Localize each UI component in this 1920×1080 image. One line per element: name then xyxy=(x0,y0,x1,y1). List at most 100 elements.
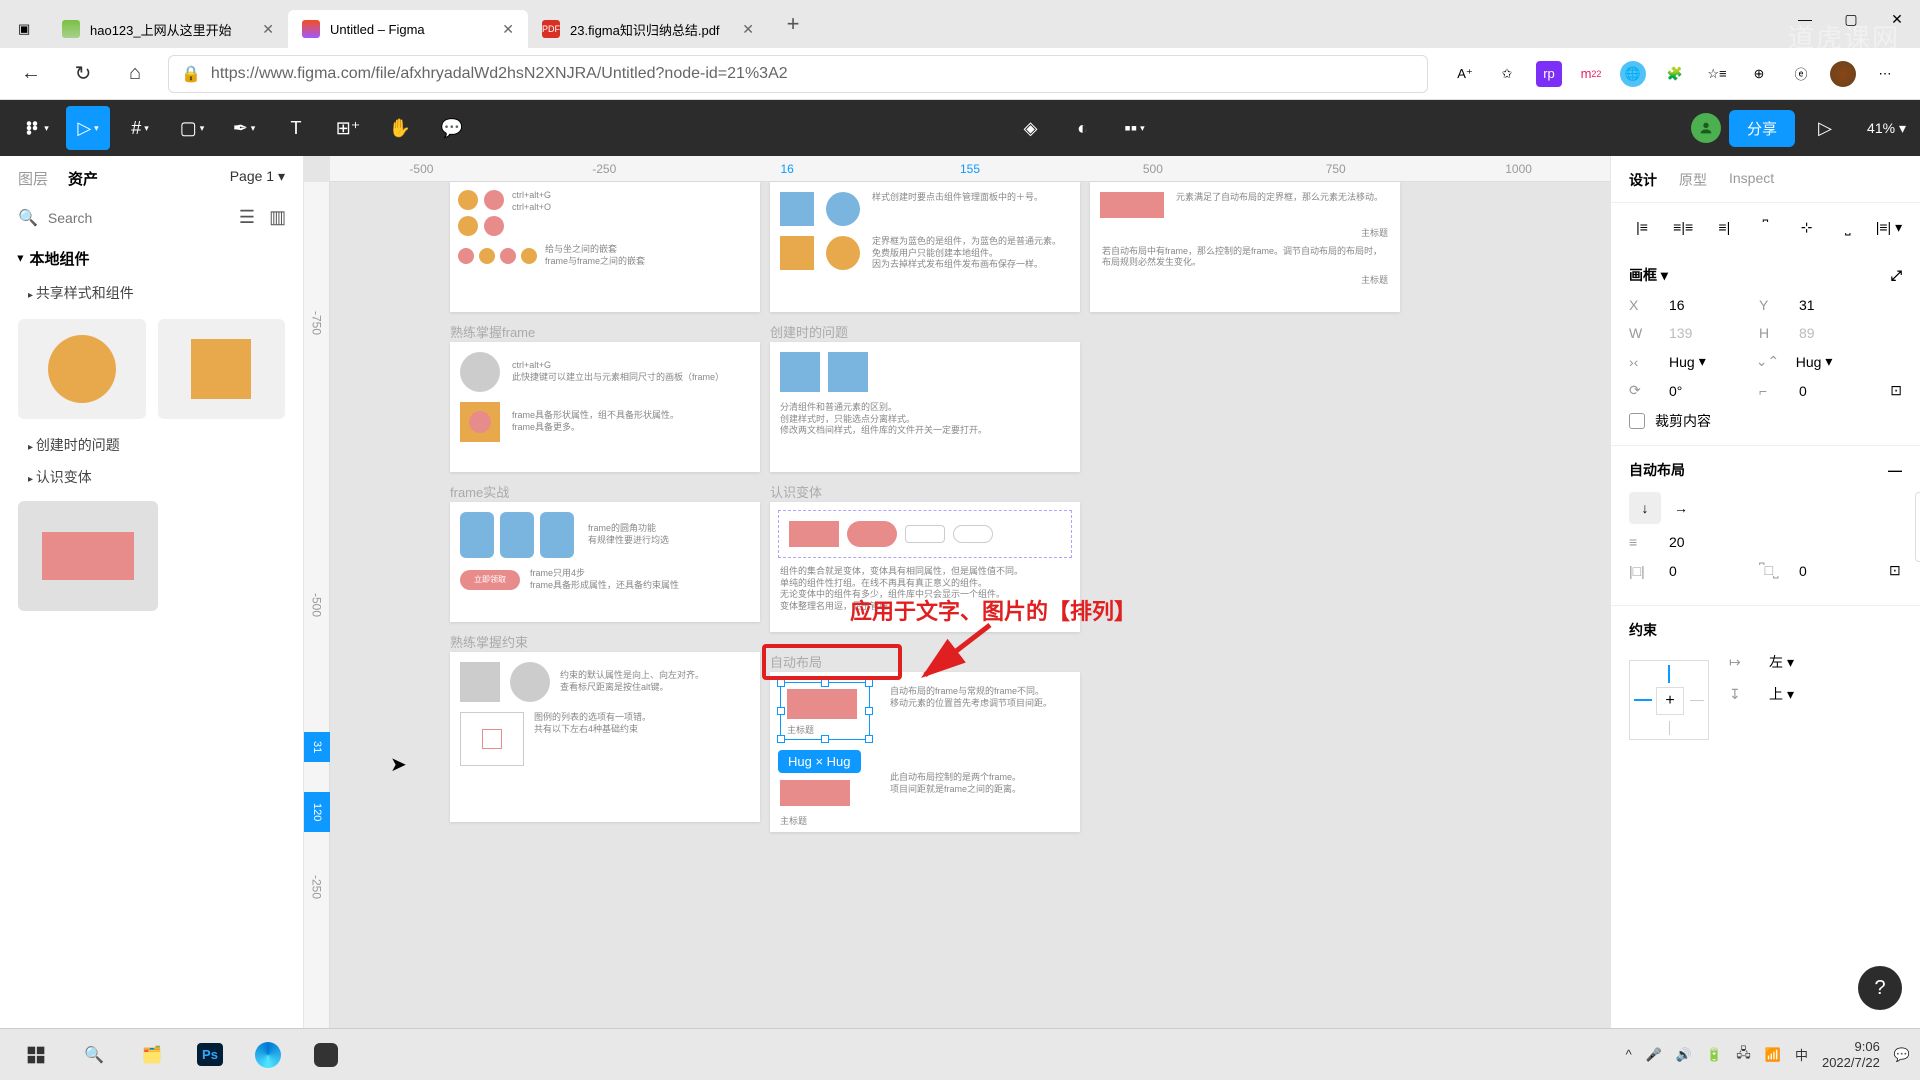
zoom-level[interactable]: 41% ▾ xyxy=(1867,120,1906,137)
tray-chevron-icon[interactable]: ^ xyxy=(1626,1047,1632,1062)
text-tool[interactable]: T xyxy=(274,106,318,150)
shared-styles-subsection[interactable]: 共享样式和组件 xyxy=(0,277,303,309)
microphone-icon[interactable]: 🎤 xyxy=(1646,1047,1662,1063)
edge-icon[interactable] xyxy=(242,1033,294,1077)
canvas-frame[interactable]: frame实战 frame的圆角功能有规律性要进行均选 立即领取 frame只用… xyxy=(450,502,760,622)
canvas-frame[interactable]: 熟练掌握约束 约束的默认属性是向上、向左对齐。查看标尺距离是按住alt键。 图例… xyxy=(450,652,760,822)
profile-avatar[interactable] xyxy=(1830,61,1856,87)
reader-icon[interactable]: A⁺ xyxy=(1452,61,1478,87)
ext-m22-icon[interactable]: m22 xyxy=(1578,61,1604,87)
assets-tab[interactable]: 资产 xyxy=(68,168,98,189)
independent-corners-icon[interactable]: ⊡ xyxy=(1890,382,1902,399)
ext-rp-icon[interactable]: rp xyxy=(1536,61,1562,87)
frame-tool[interactable]: #▾ xyxy=(118,106,162,150)
back-button[interactable]: ← xyxy=(12,55,50,93)
canvas-frame[interactable]: 样式创建时要点击组件管理面板中的＋号。 定界框为蓝色的是组件，为蓝色的是普通元素… xyxy=(770,182,1080,312)
component-icon[interactable]: ◈ xyxy=(1009,106,1053,150)
layers-tab[interactable]: 图层 xyxy=(18,168,48,189)
corner-input[interactable]: 0 xyxy=(1799,383,1869,399)
ime-indicator[interactable]: 中 xyxy=(1795,1045,1808,1064)
list-view-icon[interactable]: ☰ xyxy=(239,207,255,228)
canvas-frame[interactable]: ctrl+alt+Gctrl+alt+O 给与坐之间的嵌套frame与frame… xyxy=(450,182,760,312)
photoshop-icon[interactable]: Ps xyxy=(184,1033,236,1077)
canvas-frame[interactable]: 元素满足了自动布局的定界框，那么元素无法移动。 主标题 若自动布局中有frame… xyxy=(1090,182,1400,312)
favorites-icon[interactable]: ☆≡ xyxy=(1704,61,1730,87)
shape-tool[interactable]: ▢▾ xyxy=(170,106,214,150)
align-right-icon[interactable]: ≡| xyxy=(1709,215,1739,239)
close-icon[interactable]: ✕ xyxy=(262,21,274,38)
resources-tool[interactable]: ⊞⁺ xyxy=(326,106,370,150)
boolean-icon[interactable]: ▪▪▾ xyxy=(1113,106,1157,150)
user-avatar[interactable] xyxy=(1691,113,1721,143)
distribute-icon[interactable]: |≡| ▾ xyxy=(1874,215,1904,239)
canvas-frame-autolayout[interactable]: 自动布局 主标题 Hug × Hug 自动布局的frame与常规的frame不同… xyxy=(770,672,1080,832)
start-button[interactable] xyxy=(10,1033,62,1077)
padding-v-input[interactable]: 0 xyxy=(1799,563,1869,579)
browser-menu-icon[interactable]: ⋯ xyxy=(1872,61,1898,87)
padding-h-input[interactable]: 0 xyxy=(1669,563,1739,579)
variant-subsection[interactable]: 认识变体 xyxy=(0,461,303,493)
comment-tool[interactable]: 💬 xyxy=(430,106,474,150)
align-bottom-icon[interactable]: ⎵ xyxy=(1833,215,1863,239)
favorite-icon[interactable]: ✩ xyxy=(1494,61,1520,87)
collections-icon[interactable]: ⊕ xyxy=(1746,61,1772,87)
translate-icon[interactable]: 🌐 xyxy=(1620,61,1646,87)
browser-tab-hao123[interactable]: hao123_上网从这里开始 ✕ xyxy=(48,10,288,48)
gap-input[interactable]: 20 xyxy=(1669,534,1739,550)
library-icon[interactable]: ▥ xyxy=(269,207,286,228)
figma-canvas[interactable]: -500 -250 16 155 500 750 1000 -750 -500 … xyxy=(304,156,1610,1028)
component-thumbnail-square[interactable] xyxy=(158,319,286,419)
ie-mode-icon[interactable]: ⓔ xyxy=(1788,61,1814,87)
design-tab[interactable]: 设计 xyxy=(1629,170,1657,190)
independent-padding-icon[interactable]: ⊡ xyxy=(1889,562,1901,579)
align-left-icon[interactable]: |≡ xyxy=(1627,215,1657,239)
align-top-icon[interactable]: ⎴ xyxy=(1750,215,1780,239)
wifi-icon[interactable]: 📶 xyxy=(1765,1047,1781,1063)
y-input[interactable]: 31 xyxy=(1799,297,1869,313)
share-button[interactable]: 分享 xyxy=(1729,110,1795,147)
width-resize-select[interactable]: Hug ▾ xyxy=(1669,353,1706,370)
selected-element[interactable]: 主标题 xyxy=(780,682,870,740)
url-field[interactable]: 🔒 https://www.figma.com/file/afxhryadalW… xyxy=(168,55,1428,93)
browser-tab-figma[interactable]: Untitled – Figma ✕ xyxy=(288,10,528,48)
hand-tool[interactable]: ✋ xyxy=(378,106,422,150)
window-maximize[interactable]: ▢ xyxy=(1828,0,1874,38)
app-icon[interactable] xyxy=(300,1033,352,1077)
alignment-grid[interactable] xyxy=(1915,492,1920,562)
height-resize-select[interactable]: Hug ▾ xyxy=(1796,353,1833,370)
asset-search-input[interactable] xyxy=(48,210,229,226)
tab-strip-leading[interactable]: ▣ xyxy=(8,10,48,48)
constraint-h-select[interactable]: 左 ▾ xyxy=(1769,652,1794,672)
direction-horizontal-button[interactable]: → xyxy=(1665,492,1697,524)
w-input[interactable]: 139 xyxy=(1669,325,1739,341)
close-icon[interactable]: ✕ xyxy=(742,21,754,38)
search-button[interactable]: 🔍 xyxy=(68,1033,120,1077)
figma-menu-button[interactable]: ▾ xyxy=(14,106,58,150)
pen-tool[interactable]: ✒▾ xyxy=(222,106,266,150)
page-selector[interactable]: Page 1 ▾ xyxy=(230,168,285,189)
network-icon[interactable]: 🖧 xyxy=(1736,1044,1751,1066)
window-close[interactable]: ✕ xyxy=(1874,0,1920,38)
notifications-icon[interactable]: 💬 xyxy=(1894,1047,1910,1063)
move-tool[interactable]: ▷▾ xyxy=(66,106,110,150)
file-explorer-icon[interactable]: 🗂️ xyxy=(126,1033,178,1077)
rotation-input[interactable]: 0° xyxy=(1669,383,1739,399)
inspect-tab[interactable]: Inspect xyxy=(1729,170,1774,190)
home-button[interactable]: ⌂ xyxy=(116,55,154,93)
variant-thumbnail[interactable] xyxy=(18,501,158,611)
extensions-icon[interactable]: 🧩 xyxy=(1662,61,1688,87)
mask-icon[interactable]: ◐ xyxy=(1061,106,1105,150)
volume-icon[interactable]: 🔊 xyxy=(1676,1047,1692,1063)
create-problem-subsection[interactable]: 创建时的问题 xyxy=(0,429,303,461)
constraint-widget[interactable]: + xyxy=(1629,660,1709,740)
remove-autolayout-icon[interactable]: — xyxy=(1888,462,1902,478)
clip-checkbox[interactable] xyxy=(1629,413,1645,429)
clock[interactable]: 9:06 2022/7/22 xyxy=(1822,1039,1880,1070)
canvas-frame[interactable]: 创建时的问题 分清组件和普通元素的区别。创建样式时，只能选点分离样式。修改两文档… xyxy=(770,342,1080,472)
fit-icon[interactable]: ⤢ xyxy=(1891,267,1902,284)
prototype-tab[interactable]: 原型 xyxy=(1679,170,1707,190)
align-vcenter-icon[interactable]: ⊹ xyxy=(1792,215,1822,239)
constraint-v-select[interactable]: 上 ▾ xyxy=(1769,684,1794,704)
close-icon[interactable]: ✕ xyxy=(502,21,514,38)
new-tab-button[interactable]: + xyxy=(776,7,810,41)
